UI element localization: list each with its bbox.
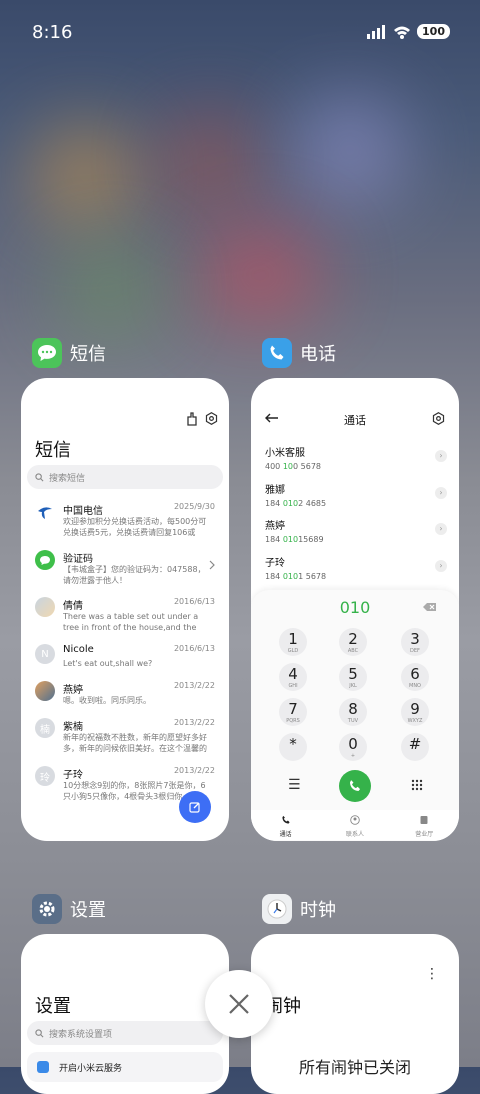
clean-icon[interactable] [186,412,198,426]
backspace-icon[interactable] [423,602,437,612]
clear-all-button[interactable] [205,970,273,1038]
store-icon [420,816,428,824]
menu-icon[interactable]: ☰ [288,777,301,793]
message-bubble-icon [35,550,55,570]
dial-key[interactable]: 8 TUV [339,698,367,726]
avatar [35,597,55,617]
close-icon [229,994,249,1014]
messages-search-box[interactable]: 搜索短信 [27,465,223,489]
settings-app-header[interactable]: 设置 [32,894,106,924]
compose-button[interactable] [179,791,211,823]
status-time: 8:16 [32,22,73,43]
settings-title: 设置 [35,996,71,1017]
messages-title: 短信 [35,440,71,461]
telecom-logo-icon [35,502,55,522]
cloud-icon [37,1061,49,1073]
avatar [35,681,55,701]
dial-key[interactable]: 6 MNO [401,663,429,691]
gear-icon[interactable] [205,412,218,425]
messages-card[interactable]: 短信 搜索短信 中国电信 2025/9/30 欢迎参加积分兑换话费活动，每500… [21,378,229,841]
bottom-tab-bar: 通话 联系人 营业厅 [251,810,459,840]
dial-key[interactable]: 0 + [339,733,367,761]
clock-app-icon [262,894,292,924]
contacts-icon [350,815,360,825]
messages-app-icon [32,338,62,368]
dial-key[interactable]: 3 DEF [401,628,429,656]
contact-row[interactable]: 雅娜 184 0102 4685 › [265,481,447,508]
phone-app-name: 电话 [300,344,336,365]
chevron-right-icon: › [435,560,447,572]
messages-search-placeholder: 搜索短信 [49,473,86,484]
clock-app-header[interactable]: 时钟 [262,894,336,924]
compose-icon [189,802,200,813]
chevron-right-icon [209,560,215,570]
battery-indicator: 100 [417,24,450,39]
avatar: N [35,644,55,664]
dial-key[interactable]: 7 PQRS [279,698,307,726]
settings-search-box[interactable]: 搜索系统设置项 [27,1021,223,1045]
alarm-empty-text: 所有闹钟已关闭 [298,1058,411,1077]
signal-icon [367,24,386,39]
cloud-service-item[interactable]: 开启小米云服务 [27,1052,223,1082]
phone-app-icon [262,338,292,368]
tab-contacts[interactable]: 联系人 [325,810,385,840]
status-bar: 8:16 100 [0,22,480,48]
wifi-icon [394,26,411,39]
settings-app-name: 设置 [70,900,106,921]
dial-key[interactable]: # [401,733,429,761]
messages-app-name: 短信 [70,344,106,365]
clock-card[interactable]: ⋮ 闹钟 所有闹钟已关闭 [251,934,459,1094]
dial-key[interactable]: 5 JKL [339,663,367,691]
gear-icon[interactable] [432,412,445,425]
chevron-right-icon: › [435,450,447,462]
tab-service-hall[interactable]: 营业厅 [394,810,454,840]
phone-icon [282,815,290,824]
contact-row[interactable]: 小米客服 400 100 5678 › [265,444,447,471]
search-icon [35,1028,44,1037]
tab-calls[interactable]: 通话 [256,810,316,840]
clock-app-name: 时钟 [300,900,336,921]
settings-app-icon [32,894,62,924]
dial-key[interactable]: 2 ABC [339,628,367,656]
settings-search-placeholder: 搜索系统设置项 [49,1029,113,1040]
contact-row[interactable]: 子玲 184 0101 5678 › [265,554,447,581]
phone-card[interactable]: 通话 小米客服 400 100 5678 › 雅娜 184 0102 4685 … [251,378,459,841]
chevron-right-icon: › [435,487,447,499]
phone-call-icon [349,780,361,792]
dial-key[interactable]: 4 GHI [279,663,307,691]
dial-key[interactable]: 1 GLD [279,628,307,656]
more-icon[interactable]: ⋮ [425,966,439,982]
search-icon [35,472,44,481]
dial-key[interactable]: * [279,733,307,761]
settings-card[interactable]: 设置 搜索系统设置项 开启小米云服务 [21,934,229,1094]
keypad-grid-icon[interactable] [411,779,423,791]
messages-app-header[interactable]: 短信 [32,338,106,368]
contact-row[interactable]: 燕婷 184 01015689 › [265,517,447,544]
call-button[interactable] [339,770,371,802]
dial-key[interactable]: 9 WXYZ [401,698,429,726]
avatar: 楠 [35,718,55,738]
phone-title: 通话 [344,414,366,427]
dialpad: 010 1 GLD 2 ABC 3 DEF 4 GHI 5 JKL 6 MNO 7 PQRS 8 TUV 9 WX… [251,590,459,841]
avatar: 玲 [35,766,55,786]
chevron-right-icon: › [435,523,447,535]
phone-app-header[interactable]: 电话 [262,338,336,368]
